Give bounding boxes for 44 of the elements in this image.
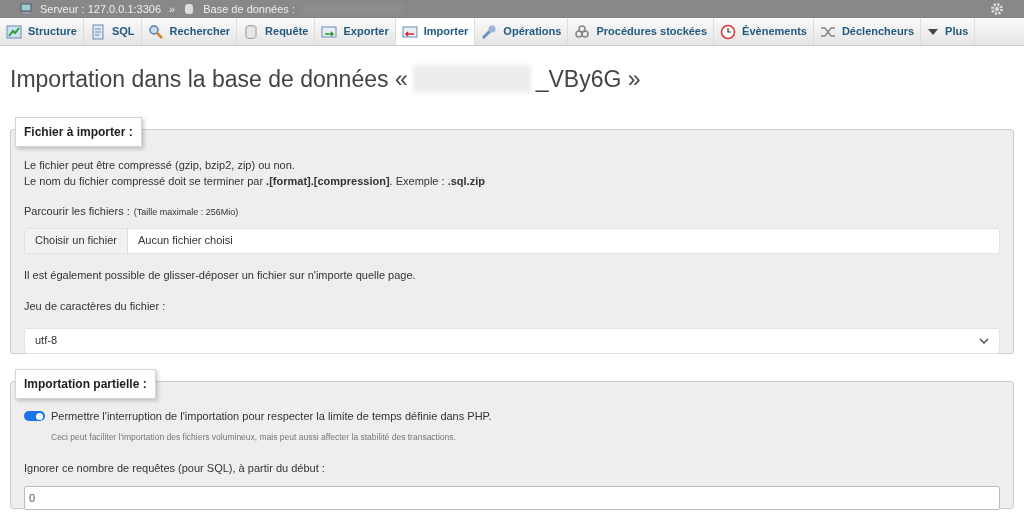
server-icon xyxy=(20,3,32,15)
settings-icon[interactable] xyxy=(990,2,1004,16)
wrench-icon xyxy=(481,23,498,40)
database-icon xyxy=(183,3,196,15)
database-icon xyxy=(243,23,260,40)
help-text: Le nom du fichier compressé doit se terminer par .[format].[compression]. Exemple : .sql.zip xyxy=(24,174,486,189)
size-limit-text: (Taille maximale : 256Mio) xyxy=(133,206,239,219)
search-icon xyxy=(147,23,164,40)
field-label: Ignorer ce nombre de requêtes (pour SQL), à partir du début : xyxy=(24,461,326,477)
nav-tab[interactable]: Évènements xyxy=(714,18,814,45)
page-title: Importation dans la base de données « xyxy=(10,64,408,94)
option-label: Permettre l'interruption de l'importation pour respecter la limite de temps définie dans PHP. xyxy=(51,409,492,424)
breadcrumb-separator: » xyxy=(169,1,176,17)
nav-tab[interactable]: Déclencheurs xyxy=(813,18,922,45)
nav-tab[interactable]: Importer xyxy=(395,18,476,45)
export-icon xyxy=(321,23,338,40)
file-input[interactable]: Choisir un fichier Aucun fichier choisi xyxy=(24,227,1000,254)
number-input[interactable]: 0 xyxy=(24,485,1000,510)
help-text: Ceci peut faciliter l'importation des fichiers volumineux, mais peut aussi affecter la stabilité des transactions. xyxy=(51,430,457,444)
gears-icon xyxy=(574,23,591,40)
file-name-text: Aucun fichier choisi xyxy=(136,233,234,249)
page-title: _VBy6G » xyxy=(535,64,641,94)
field-label: Jeu de caractères du fichier : xyxy=(24,299,167,314)
help-text: Le fichier peut être compressé (gzip, bzip2, zip) ou non. xyxy=(24,158,296,173)
section-legend: Fichier à importer : xyxy=(15,117,142,147)
nav-tab[interactable]: SQL xyxy=(83,18,142,45)
choose-file-button[interactable]: Choisir un fichier xyxy=(25,228,128,253)
document-icon xyxy=(89,23,106,40)
chevron-down-icon xyxy=(979,337,989,344)
help-text: Il est également possible de glisser-déposer un fichier sur n'importe quelle page. xyxy=(24,267,417,283)
structure-icon xyxy=(6,23,22,40)
nav-tab[interactable]: Rechercher xyxy=(141,18,238,45)
nav-tab[interactable]: Exporter xyxy=(315,18,396,45)
import-icon xyxy=(401,23,418,40)
clock-icon xyxy=(720,23,737,40)
nav-tab[interactable]: Structure xyxy=(0,18,84,45)
charset-select[interactable]: utf-8 xyxy=(24,327,1000,354)
nav-tab[interactable]: Opérations xyxy=(475,18,569,45)
nav-tab[interactable]: Plus xyxy=(921,18,976,45)
toggle-switch[interactable] xyxy=(24,411,45,422)
nav-tab[interactable]: Requête xyxy=(237,18,316,45)
nav-tab[interactable]: Procédures stockées xyxy=(568,18,715,45)
field-label: Parcourir les fichiers : xyxy=(24,204,130,219)
section-legend: Importation partielle : xyxy=(15,369,156,399)
